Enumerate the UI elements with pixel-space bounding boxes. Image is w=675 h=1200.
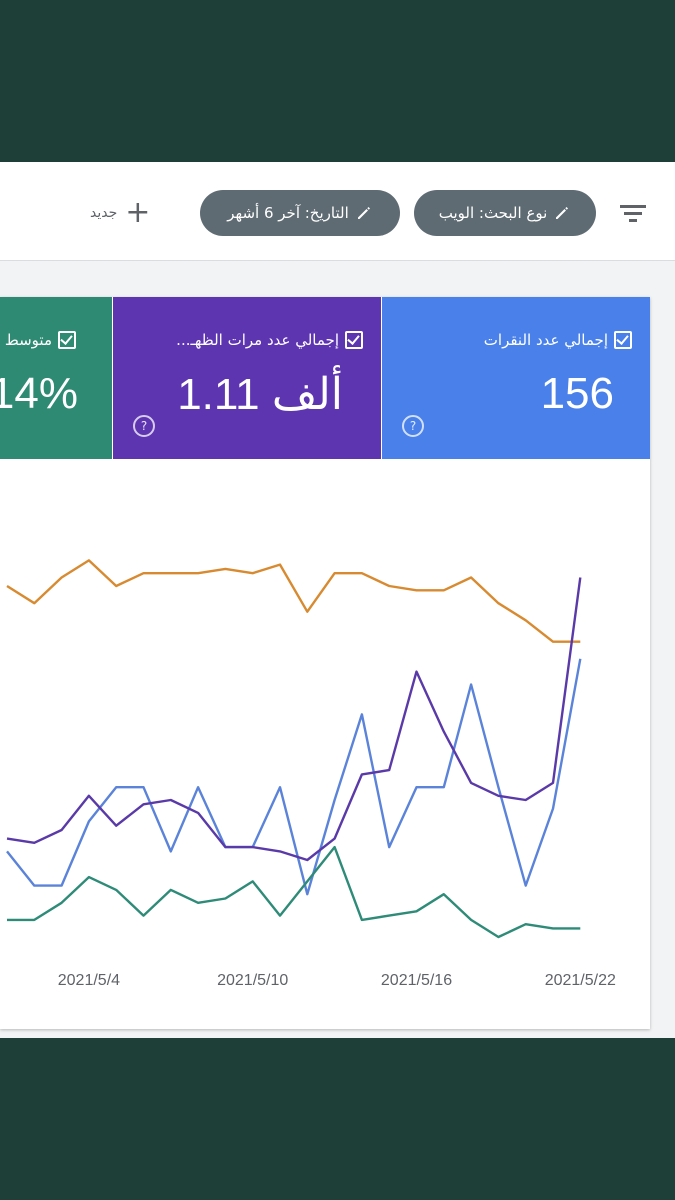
search-type-chip[interactable]: نوع البحث: الويب: [414, 190, 596, 236]
metric-value: 14%: [0, 369, 78, 418]
metric-card-total-clicks[interactable]: إجمالي عدد النقرات 156 ?: [382, 297, 650, 459]
series-line-1: [6, 658, 582, 896]
chip-label: التاريخ: آخر 6 أشهر: [227, 204, 349, 222]
metric-label: متوسط: [4, 331, 52, 349]
metric-value: 1.11 ألف: [177, 370, 343, 419]
background-band-top: [0, 0, 675, 160]
metric-card-total-impressions[interactable]: إجمالي عدد مرات الظهـ... 1.11 ألف ?: [113, 297, 381, 459]
metric-checkbox[interactable]: [58, 331, 76, 349]
search-console-panel: نوع البحث: الويب التاريخ: آخر 6 أشهر جدي…: [0, 162, 675, 1038]
x-tick-label: 2021/5/10: [217, 972, 288, 989]
filter-toolbar: نوع البحث: الويب التاريخ: آخر 6 أشهر جدي…: [0, 162, 675, 261]
new-filter-button[interactable]: جديد +: [90, 198, 150, 228]
metric-value: 156: [540, 369, 614, 418]
x-tick-label: 2021/5/4: [58, 972, 120, 989]
performance-line-chart: 2021/5/4 2021/5/10 2021/5/16 2021/5/22: [6, 559, 616, 989]
series-line-3: [7, 845, 581, 939]
metric-label: إجمالي عدد مرات الظهـ...: [176, 331, 339, 349]
performance-card: إجمالي عدد النقرات 156 ? إجمالي عدد مرات…: [0, 297, 650, 1029]
filter-icon[interactable]: [612, 194, 652, 234]
plus-icon: +: [125, 195, 151, 230]
metric-header: إجمالي عدد النقرات: [484, 331, 632, 349]
metric-checkbox[interactable]: [614, 331, 632, 349]
x-tick-label: 2021/5/22: [545, 972, 616, 989]
date-range-chip[interactable]: التاريخ: آخر 6 أشهر: [200, 190, 400, 236]
metric-checkbox[interactable]: [345, 331, 363, 349]
x-tick-label: 2021/5/16: [381, 972, 452, 989]
series-line-0: [6, 559, 581, 643]
metric-header: إجمالي عدد مرات الظهـ...: [176, 331, 363, 349]
metric-header: متوسط: [5, 331, 76, 349]
new-filter-label: جديد: [90, 205, 118, 221]
metric-card-average[interactable]: متوسط 14%: [0, 297, 112, 459]
edit-pencil-icon: [357, 207, 370, 219]
metric-label: إجمالي عدد النقرات: [483, 331, 608, 349]
help-icon[interactable]: ?: [402, 415, 424, 437]
help-icon[interactable]: ?: [133, 415, 155, 437]
background-band-bottom: [0, 1038, 675, 1200]
chip-label: نوع البحث: الويب: [438, 204, 548, 222]
edit-pencil-icon: [556, 207, 569, 219]
